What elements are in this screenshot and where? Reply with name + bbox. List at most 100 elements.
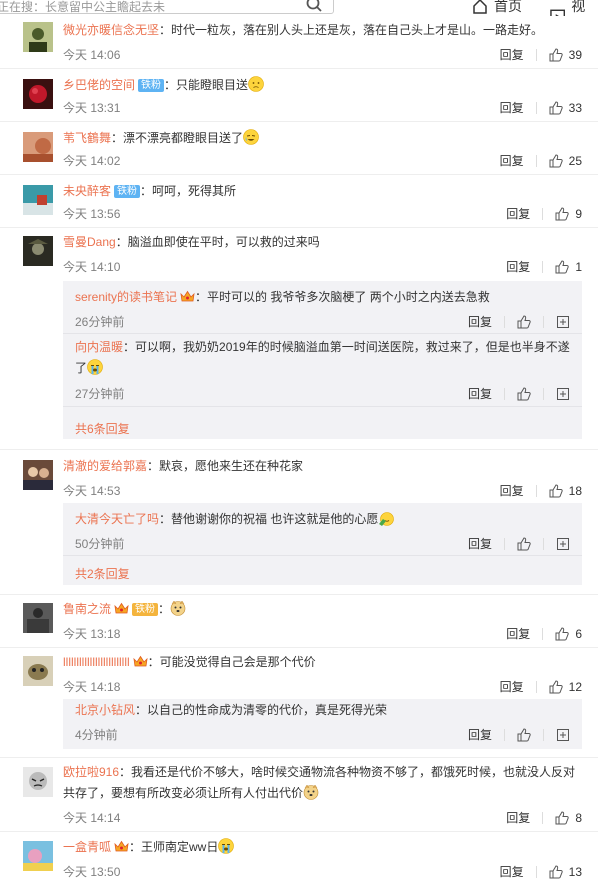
like-button[interactable]: 8 (555, 811, 582, 825)
avatar[interactable] (23, 185, 53, 215)
reply-button[interactable]: 回复 (500, 482, 524, 499)
divider (543, 728, 544, 741)
like-button[interactable]: 25 (549, 154, 582, 168)
comment-meta: 今天 14:18 回复 12 (63, 676, 582, 695)
timestamp: 今天 13:50 (63, 865, 121, 879)
username-link[interactable]: serenity的读书笔记 (75, 290, 177, 304)
like-button[interactable]: 18 (549, 484, 582, 498)
nav-home-label: 首页 (494, 0, 522, 14)
reply-button[interactable]: 回复 (506, 258, 530, 275)
reply-button[interactable]: 回复 (506, 809, 530, 826)
home-icon (473, 0, 487, 14)
reply-button[interactable]: 回复 (506, 205, 530, 222)
thumbs-up-icon (555, 259, 570, 273)
timestamp: 今天 14:53 (63, 484, 121, 498)
username-link[interactable]: 微光亦暖信念无坚 (63, 23, 159, 37)
nav-video[interactable]: 视频 (550, 0, 598, 16)
username-link[interactable]: lllllllllllllllllllllllll (63, 655, 130, 669)
like-button[interactable] (517, 727, 531, 742)
reply-button[interactable]: 回复 (468, 313, 492, 330)
avatar[interactable] (23, 841, 53, 871)
more-replies-link[interactable]: 共6条回复 (75, 420, 130, 437)
search-icon[interactable] (305, 0, 323, 14)
nav-home[interactable]: 首页 (472, 0, 522, 16)
username-link[interactable]: 鲁南之流 (63, 602, 111, 616)
thumbs-up-icon (549, 100, 563, 114)
username-link[interactable]: 苇飞鶴舞 (63, 131, 111, 145)
like-button[interactable]: 9 (555, 207, 582, 221)
comment-meta: 今天 13:31 回复 33 (63, 97, 582, 116)
like-button[interactable]: 39 (549, 48, 582, 62)
sub-reply-meta: 26分钟前 回复 (75, 311, 570, 329)
divider (504, 387, 505, 400)
avatar[interactable] (23, 79, 53, 109)
sad-emoji-icon (248, 76, 264, 92)
avatar[interactable] (23, 656, 53, 686)
reply-button[interactable]: 回复 (500, 863, 524, 880)
timestamp: 4分钟前 (75, 728, 118, 742)
reply-button[interactable]: 回复 (506, 625, 530, 642)
timestamp: 今天 13:18 (63, 627, 121, 641)
divider (543, 387, 544, 400)
like-count: 9 (575, 206, 582, 221)
divider (542, 207, 544, 220)
forward-button[interactable] (556, 315, 570, 329)
reply-button[interactable]: 回复 (468, 535, 492, 552)
divider (504, 537, 505, 550)
username-link[interactable]: 乡巴佬的空间 (63, 78, 135, 92)
crown-badge-icon (133, 655, 148, 667)
comment-text: 鲁南之流 铁粉： (63, 599, 582, 620)
comment-text: 雪曼Dang：脑溢血即使在平时，可以救的过来吗 (63, 232, 582, 253)
like-button[interactable] (517, 314, 531, 329)
divider (535, 101, 537, 114)
comment-body: ：王师南定ww日 (129, 840, 219, 854)
forward-button[interactable] (556, 537, 570, 551)
salute-emoji-icon (379, 512, 395, 526)
more-replies-link[interactable]: 共2条回复 (75, 565, 130, 582)
avatar[interactable] (23, 22, 53, 52)
username-link[interactable]: 北京小钻风 (75, 703, 135, 717)
like-button[interactable]: 12 (549, 680, 582, 694)
like-button[interactable]: 6 (555, 627, 582, 641)
username-link[interactable]: 向内温暖 (75, 340, 123, 354)
timestamp: 今天 14:10 (63, 260, 121, 274)
username-link[interactable]: 欧拉啦916 (63, 765, 119, 779)
username-link[interactable]: 未央醉客 (63, 184, 111, 198)
avatar[interactable] (23, 767, 53, 797)
like-button[interactable]: 13 (549, 865, 582, 879)
username-link[interactable]: 清澈的爱给郭嘉 (63, 459, 147, 473)
forward-button[interactable] (556, 387, 570, 401)
thumbs-up-icon (517, 536, 531, 550)
like-button[interactable] (517, 536, 531, 551)
thumbs-up-icon (517, 314, 531, 328)
reply-button[interactable]: 回复 (500, 678, 524, 695)
like-button[interactable]: 1 (555, 260, 582, 274)
reply-button[interactable]: 回复 (500, 152, 524, 169)
reply-button[interactable]: 回复 (468, 726, 492, 743)
like-button[interactable]: 33 (549, 101, 582, 115)
timestamp: 今天 13:31 (63, 101, 121, 115)
comment-text: 苇飞鶴舞：漂不漂亮都瞪眼目送了 (63, 128, 582, 149)
username-link[interactable]: 一盒青呱 (63, 840, 111, 854)
avatar[interactable] (23, 460, 53, 490)
reply-button[interactable]: 回复 (500, 46, 524, 63)
sub-reply-box: 北京小钻风：以自己的性命成为清零的代价，真是死得光荣 4分钟前 回复 (63, 699, 582, 749)
reply-button[interactable]: 回复 (468, 385, 492, 402)
username-link[interactable]: 大清今天亡了吗 (75, 512, 159, 526)
avatar[interactable] (23, 603, 53, 633)
like-button[interactable] (517, 386, 531, 401)
avatar[interactable] (23, 236, 53, 266)
video-icon (550, 9, 566, 16)
username-link[interactable]: 雪曼Dang (63, 235, 116, 249)
crown-badge-icon (114, 840, 129, 852)
comment-item: 欧拉啦916：我看还是代价不够大，啥时候交通物流各种物资不够了，都饿死时候，也就… (0, 758, 598, 832)
sub-reply-body: ：以自己的性命成为清零的代价，真是死得光荣 (135, 703, 388, 717)
comment-meta: 今天 14:53 回复 18 (63, 480, 582, 499)
timestamp: 27分钟前 (75, 387, 125, 401)
avatar[interactable] (23, 132, 53, 162)
forward-button[interactable] (556, 728, 570, 742)
reply-button[interactable]: 回复 (500, 99, 524, 116)
timestamp: 今天 14:02 (63, 154, 121, 168)
like-count: 1 (575, 259, 582, 274)
search-input[interactable]: 正在搜：长意留中公主瞻起去未 (0, 0, 334, 14)
